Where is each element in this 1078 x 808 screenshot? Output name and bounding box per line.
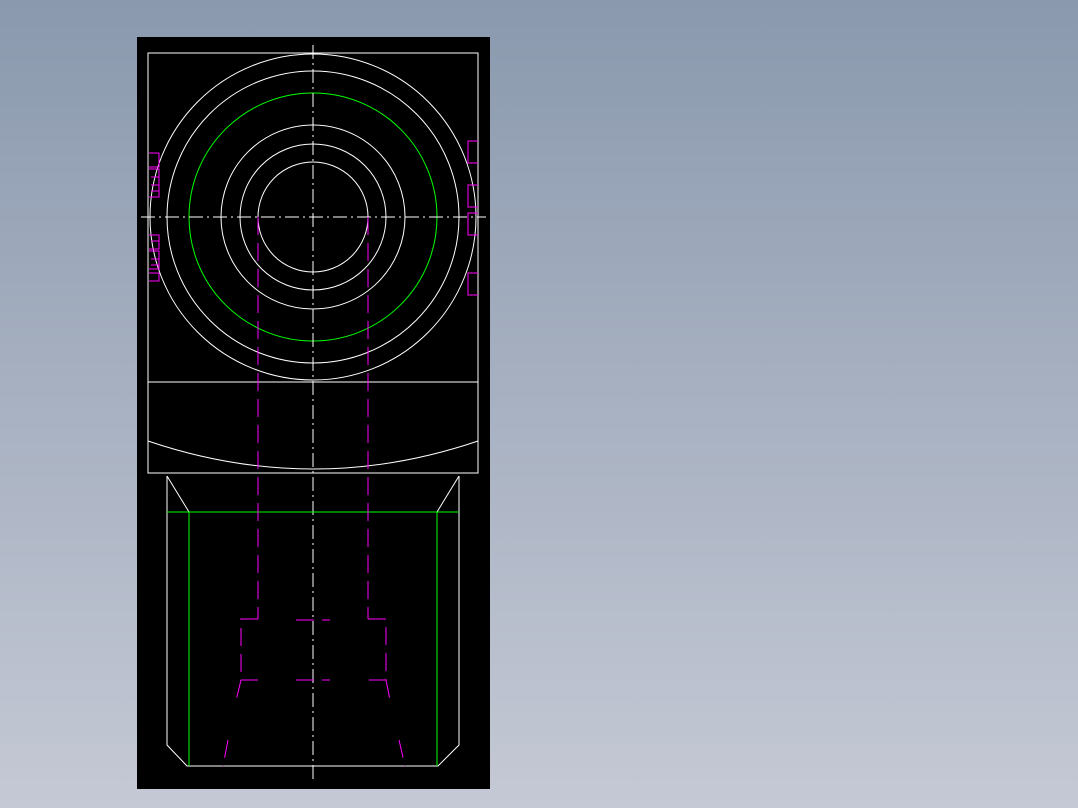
cad-drawing-canvas[interactable] bbox=[137, 37, 490, 789]
cad-drawing-viewport[interactable] bbox=[137, 37, 490, 789]
